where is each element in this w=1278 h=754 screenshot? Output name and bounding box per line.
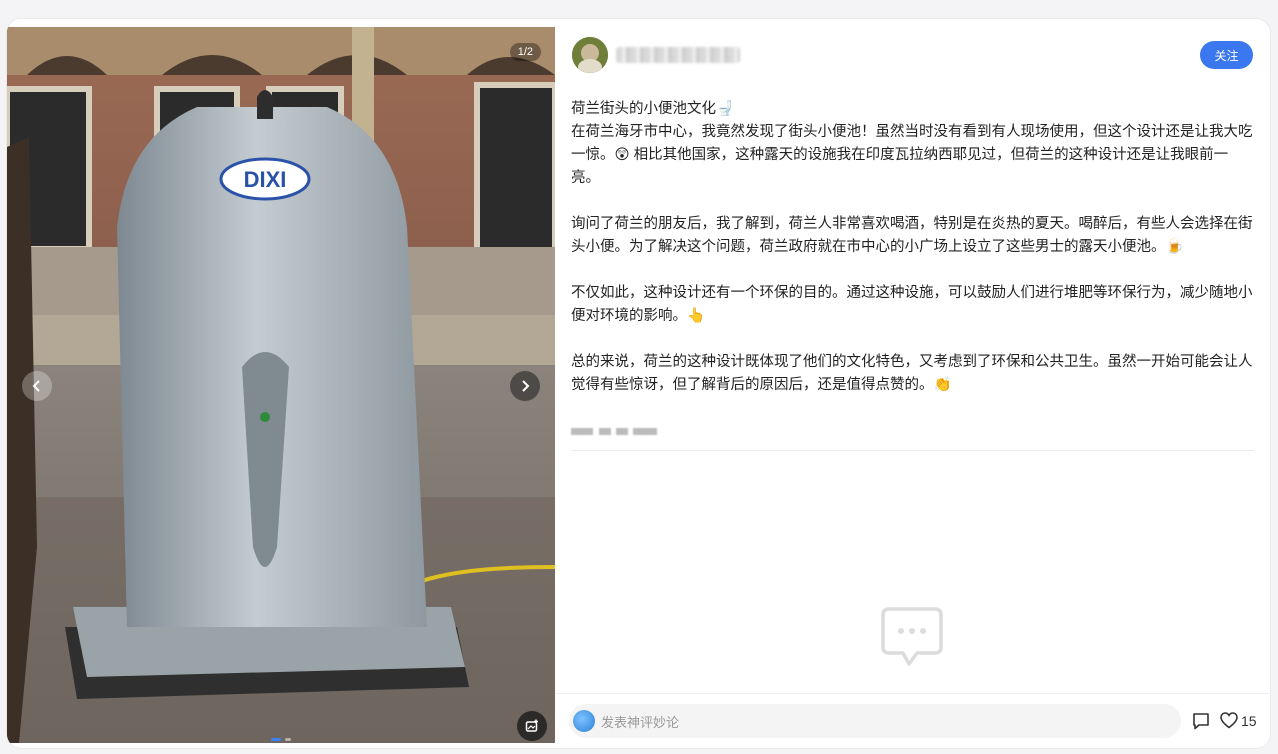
post-image-carousel[interactable]: DIXI 1/2 — [7, 27, 555, 743]
post-detail-panel: 关注 荷兰街头的小便池文化🚽 在荷兰海牙市中心，我竟然发现了街头小便池！虽然当时… — [555, 19, 1270, 748]
save-image-button[interactable] — [517, 711, 547, 741]
post-paragraph: 在荷兰海牙市中心，我竟然发现了街头小便池！虽然当时没有看到有人现场使用，但这个设… — [571, 124, 1253, 186]
comment-user-avatar — [573, 710, 595, 732]
follow-button[interactable]: 关注 — [1200, 41, 1253, 69]
carousel-dot-active[interactable] — [271, 738, 281, 741]
author-name[interactable] — [616, 47, 740, 63]
blurred-date — [571, 428, 657, 435]
post-date — [571, 425, 659, 437]
comment-icon[interactable] — [1192, 712, 1210, 730]
image-save-icon — [525, 719, 538, 732]
previous-image-button[interactable] — [22, 371, 52, 401]
heart-icon — [1220, 712, 1238, 729]
comment-bar: 发表神评妙论 15 — [555, 693, 1270, 748]
post-content: 荷兰街头的小便池文化🚽 在荷兰海牙市中心，我竟然发现了街头小便池！虽然当时没有看… — [571, 98, 1255, 397]
carousel-dot[interactable] — [285, 738, 291, 741]
author-info[interactable] — [572, 37, 740, 73]
like-count: 15 — [1241, 712, 1257, 729]
avatar[interactable] — [572, 37, 608, 73]
image-counter: 1/2 — [509, 43, 541, 61]
content-divider — [571, 450, 1254, 451]
post-image: DIXI — [7, 27, 555, 743]
avatar-image — [572, 37, 608, 73]
post-paragraph: 不仅如此，这种设计还有一个环保的目的。通过这种设施，可以鼓励人们进行堆肥等环保行… — [571, 285, 1253, 324]
chevron-right-icon — [522, 380, 530, 392]
dixi-sign: DIXI — [244, 167, 287, 192]
next-image-button[interactable] — [510, 371, 540, 401]
carousel-indicator — [271, 738, 291, 741]
post-paragraph: 总的来说，荷兰的这种设计既体现了他们的文化特色，又考虑到了环保和公共卫生。虽然一… — [571, 354, 1253, 393]
post-paragraph: 询问了荷兰的朋友后，我了解到，荷兰人非常喜欢喝酒，特别是在炎热的夏天。喝醉后，有… — [571, 216, 1253, 255]
comment-input[interactable]: 发表神评妙论 — [569, 704, 1181, 738]
post-title: 荷兰街头的小便池文化🚽 — [571, 101, 735, 117]
comment-placeholder: 发表神评妙论 — [601, 714, 680, 730]
like-button[interactable]: 15 — [1220, 712, 1257, 729]
post-card: DIXI 1/2 关注 荷兰街头的小便池文化🚽 在荷兰海牙市中心，我竟然发现了街… — [7, 19, 1270, 748]
chevron-left-icon — [32, 380, 40, 392]
empty-comments-icon — [881, 607, 943, 666]
